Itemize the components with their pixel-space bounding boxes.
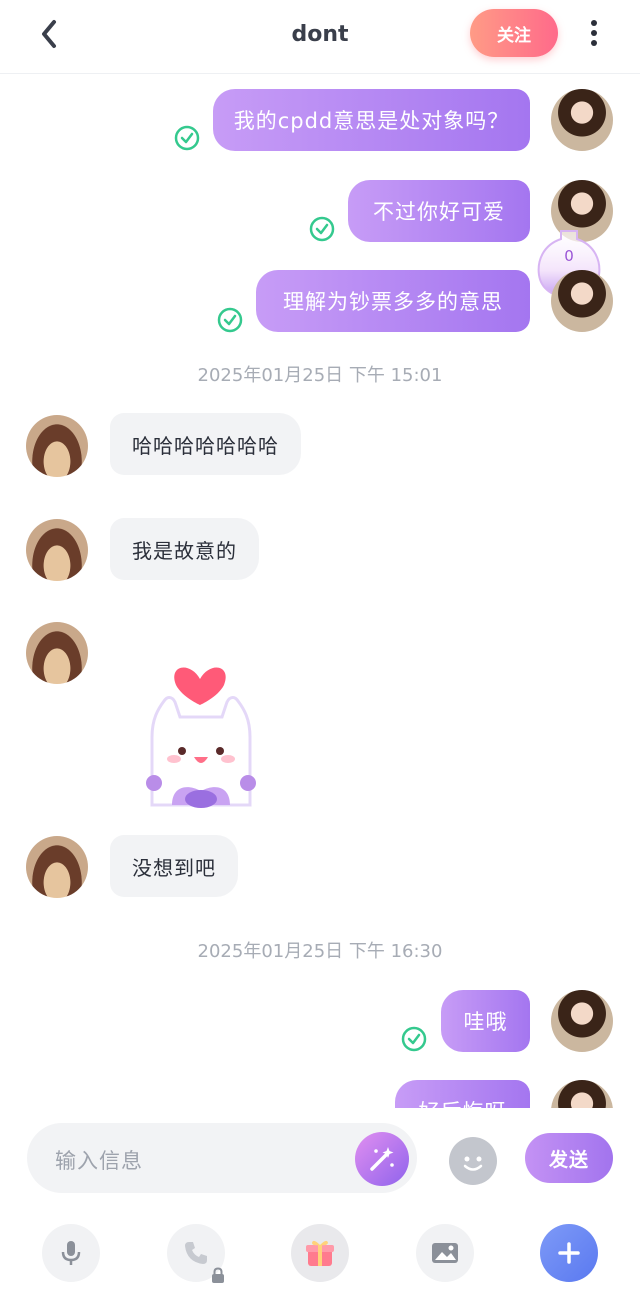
my-avatar[interactable] — [551, 89, 613, 151]
my-avatar[interactable] — [551, 1080, 613, 1108]
bottle-count: 0 — [564, 247, 574, 265]
read-check-icon — [401, 1026, 427, 1052]
composer-bar: 输入信息 发送 — [0, 1108, 640, 1297]
message-timestamp: 2025年01月25日 下午 16:30 — [197, 941, 443, 962]
message-bubble-incoming[interactable]: 我是故意的 — [110, 518, 259, 580]
photo-button[interactable] — [416, 1224, 474, 1282]
plus-icon — [558, 1242, 580, 1264]
more-actions-button[interactable] — [540, 1224, 598, 1282]
message-list[interactable]: 我的cpdd意思是处对象吗？ 不过你好可爱 0 理解为钞票多多的意思 2025年… — [0, 75, 640, 1108]
magic-wand-icon — [370, 1147, 394, 1171]
my-avatar[interactable] — [551, 990, 613, 1052]
heart-bunny-sticker[interactable] — [138, 653, 264, 808]
microphone-icon — [61, 1241, 81, 1265]
smiley-icon — [463, 1156, 483, 1171]
more-options-icon[interactable] — [580, 16, 608, 50]
message-bubble-outgoing[interactable]: 哇哦 — [441, 990, 530, 1052]
message-bubble-incoming[interactable]: 哈哈哈哈哈哈哈 — [110, 413, 301, 475]
phone-icon — [185, 1242, 207, 1264]
follow-button[interactable]: 关注 — [470, 9, 558, 57]
contact-avatar[interactable] — [26, 519, 88, 581]
contact-avatar[interactable] — [26, 622, 88, 684]
read-check-icon — [174, 125, 200, 151]
message-bubble-outgoing[interactable]: 好后悔呀 — [395, 1080, 530, 1108]
read-check-icon — [217, 307, 243, 333]
send-button[interactable]: 发送 — [525, 1133, 613, 1183]
message-input-placeholder: 输入信息 — [55, 1149, 143, 1173]
message-bubble-outgoing[interactable]: 我的cpdd意思是处对象吗？ — [213, 89, 530, 151]
lock-icon — [212, 1267, 224, 1283]
magic-wand-button[interactable] — [355, 1132, 409, 1186]
voice-button[interactable] — [42, 1224, 100, 1282]
message-input[interactable]: 输入信息 — [27, 1123, 417, 1193]
emoji-button[interactable] — [449, 1137, 497, 1185]
message-timestamp: 2025年01月25日 下午 15:01 — [197, 365, 443, 386]
read-check-icon — [309, 216, 335, 242]
message-bubble-outgoing[interactable]: 不过你好可爱 — [348, 180, 530, 242]
chat-header: dont 关注 — [0, 0, 640, 74]
contact-avatar[interactable] — [26, 836, 88, 898]
image-icon — [432, 1243, 458, 1263]
gift-button[interactable] — [291, 1224, 349, 1282]
my-avatar[interactable] — [551, 270, 613, 332]
voice-call-button[interactable] — [167, 1224, 225, 1283]
gift-icon — [306, 1240, 334, 1266]
contact-avatar[interactable] — [26, 415, 88, 477]
message-bubble-incoming[interactable]: 没想到吧 — [110, 835, 238, 897]
message-bubble-outgoing[interactable]: 理解为钞票多多的意思 — [256, 270, 530, 332]
